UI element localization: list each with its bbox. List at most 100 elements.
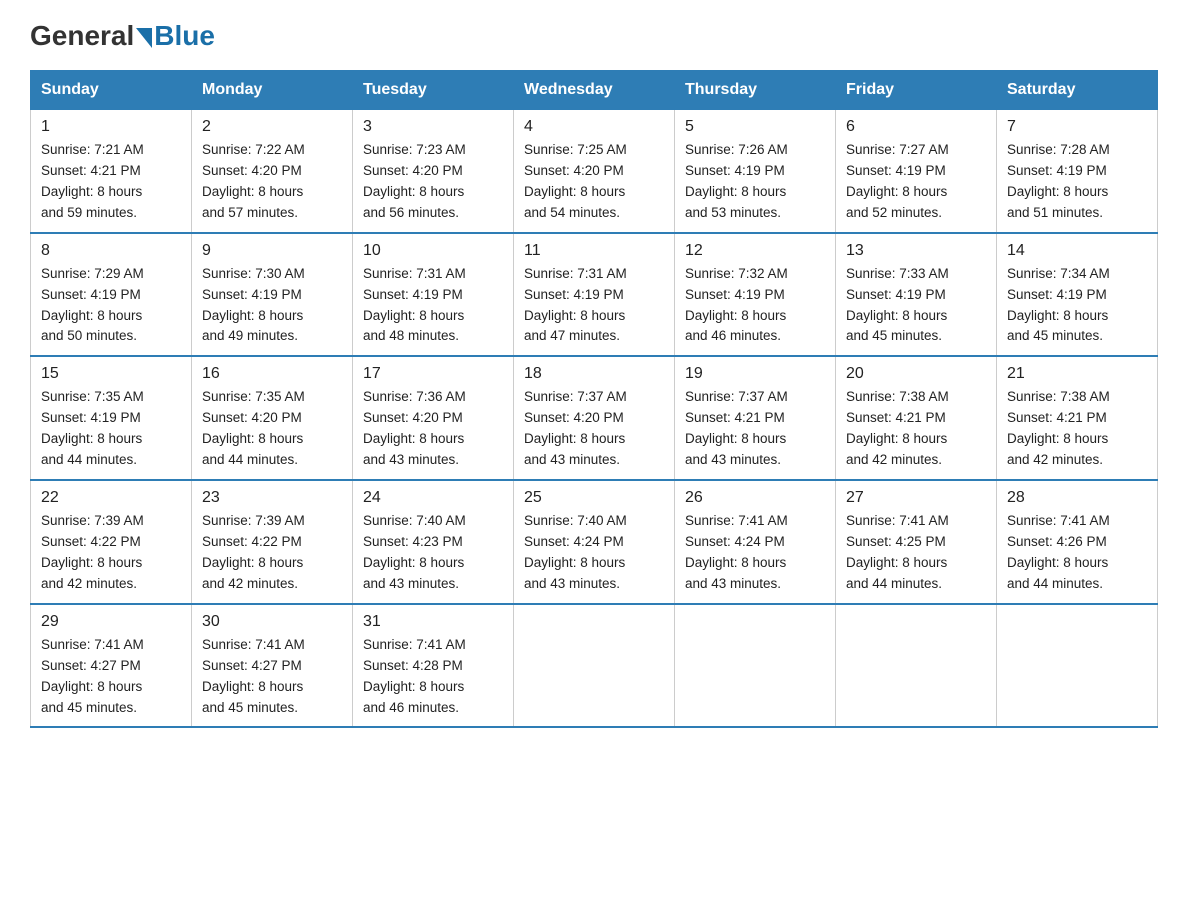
day-info: Sunrise: 7:31 AMSunset: 4:19 PMDaylight:… — [363, 264, 503, 348]
day-number: 3 — [363, 118, 503, 136]
day-number: 11 — [524, 242, 664, 260]
calendar-cell — [514, 604, 675, 728]
weekday-header-thursday: Thursday — [675, 71, 836, 110]
day-number: 1 — [41, 118, 181, 136]
day-info: Sunrise: 7:38 AMSunset: 4:21 PMDaylight:… — [846, 387, 986, 471]
day-number: 15 — [41, 365, 181, 383]
calendar-cell: 25Sunrise: 7:40 AMSunset: 4:24 PMDayligh… — [514, 480, 675, 604]
day-info: Sunrise: 7:37 AMSunset: 4:20 PMDaylight:… — [524, 387, 664, 471]
week-row-4: 22 Sunrise: 7:39 AMSunset: 4:22 PMDayligh… — [31, 480, 1158, 604]
calendar-cell: 16Sunrise: 7:35 AMSunset: 4:20 PMDayligh… — [192, 356, 353, 480]
calendar-cell: 13 Sunrise: 7:33 AMSunset: 4:19 PMDayligh… — [836, 233, 997, 357]
calendar-cell: 5 Sunrise: 7:26 AMSunset: 4:19 PMDaylight… — [675, 110, 836, 233]
day-number: 6 — [846, 118, 986, 136]
calendar-cell — [836, 604, 997, 728]
day-info: Sunrise: 7:21 AMSunset: 4:21 PMDaylight:… — [41, 140, 181, 224]
calendar-cell: 2Sunrise: 7:22 AMSunset: 4:20 PMDaylight… — [192, 110, 353, 233]
calendar-cell: 11 Sunrise: 7:31 AMSunset: 4:19 PMDayligh… — [514, 233, 675, 357]
week-row-2: 8 Sunrise: 7:29 AMSunset: 4:19 PMDaylight… — [31, 233, 1158, 357]
day-info: Sunrise: 7:29 AMSunset: 4:19 PMDaylight:… — [41, 264, 181, 348]
calendar-cell: 3Sunrise: 7:23 AMSunset: 4:20 PMDaylight… — [353, 110, 514, 233]
calendar-cell: 9Sunrise: 7:30 AMSunset: 4:19 PMDaylight… — [192, 233, 353, 357]
week-row-5: 29 Sunrise: 7:41 AMSunset: 4:27 PMDayligh… — [31, 604, 1158, 728]
day-number: 5 — [685, 118, 825, 136]
day-info: Sunrise: 7:36 AMSunset: 4:20 PMDaylight:… — [363, 387, 503, 471]
day-number: 23 — [202, 489, 342, 507]
day-number: 22 — [41, 489, 181, 507]
weekday-header-monday: Monday — [192, 71, 353, 110]
calendar-cell: 23 Sunrise: 7:39 AMSunset: 4:22 PMDayligh… — [192, 480, 353, 604]
header: General Blue — [30, 20, 1158, 52]
day-number: 13 — [846, 242, 986, 260]
calendar-cell: 30 Sunrise: 7:41 AMSunset: 4:27 PMDayligh… — [192, 604, 353, 728]
day-info: Sunrise: 7:32 AMSunset: 4:19 PMDaylight:… — [685, 264, 825, 348]
day-number: 16 — [202, 365, 342, 383]
calendar-cell: 7 Sunrise: 7:28 AMSunset: 4:19 PMDaylight… — [997, 110, 1158, 233]
day-number: 20 — [846, 365, 986, 383]
day-number: 17 — [363, 365, 503, 383]
calendar-cell: 18 Sunrise: 7:37 AMSunset: 4:20 PMDayligh… — [514, 356, 675, 480]
day-info: Sunrise: 7:28 AMSunset: 4:19 PMDaylight:… — [1007, 140, 1147, 224]
day-number: 8 — [41, 242, 181, 260]
day-info: Sunrise: 7:41 AMSunset: 4:25 PMDaylight:… — [846, 511, 986, 595]
weekday-header-friday: Friday — [836, 71, 997, 110]
day-info: Sunrise: 7:37 AMSunset: 4:21 PMDaylight:… — [685, 387, 825, 471]
calendar-cell: 29 Sunrise: 7:41 AMSunset: 4:27 PMDayligh… — [31, 604, 192, 728]
calendar-cell: 20 Sunrise: 7:38 AMSunset: 4:21 PMDayligh… — [836, 356, 997, 480]
logo-arrow-icon — [136, 28, 152, 48]
day-number: 2 — [202, 118, 342, 136]
day-number: 25 — [524, 489, 664, 507]
day-info: Sunrise: 7:33 AMSunset: 4:19 PMDaylight:… — [846, 264, 986, 348]
day-number: 31 — [363, 613, 503, 631]
logo: General Blue — [30, 20, 215, 52]
calendar-cell: 28 Sunrise: 7:41 AMSunset: 4:26 PMDayligh… — [997, 480, 1158, 604]
calendar-cell — [997, 604, 1158, 728]
day-number: 26 — [685, 489, 825, 507]
calendar-cell — [675, 604, 836, 728]
calendar-cell: 24 Sunrise: 7:40 AMSunset: 4:23 PMDayligh… — [353, 480, 514, 604]
weekday-header-tuesday: Tuesday — [353, 71, 514, 110]
calendar-cell: 19 Sunrise: 7:37 AMSunset: 4:21 PMDayligh… — [675, 356, 836, 480]
day-number: 10 — [363, 242, 503, 260]
day-number: 29 — [41, 613, 181, 631]
day-number: 24 — [363, 489, 503, 507]
day-number: 14 — [1007, 242, 1147, 260]
day-number: 19 — [685, 365, 825, 383]
logo-blue-text: Blue — [154, 20, 215, 52]
day-number: 21 — [1007, 365, 1147, 383]
day-info: Sunrise: 7:27 AMSunset: 4:19 PMDaylight:… — [846, 140, 986, 224]
day-info: Sunrise: 7:26 AMSunset: 4:19 PMDaylight:… — [685, 140, 825, 224]
calendar-cell: 22Sunrise: 7:39 AMSunset: 4:22 PMDayligh… — [31, 480, 192, 604]
calendar-cell: 6 Sunrise: 7:27 AMSunset: 4:19 PMDaylight… — [836, 110, 997, 233]
day-info: Sunrise: 7:34 AMSunset: 4:19 PMDaylight:… — [1007, 264, 1147, 348]
logo-general-text: General — [30, 20, 134, 52]
calendar-cell: 12 Sunrise: 7:32 AMSunset: 4:19 PMDayligh… — [675, 233, 836, 357]
weekday-header-saturday: Saturday — [997, 71, 1158, 110]
day-number: 4 — [524, 118, 664, 136]
calendar-cell: 1 Sunrise: 7:21 AMSunset: 4:21 PMDaylight… — [31, 110, 192, 233]
day-info: Sunrise: 7:40 AMSunset: 4:23 PMDaylight:… — [363, 511, 503, 595]
calendar-cell: 21 Sunrise: 7:38 AMSunset: 4:21 PMDayligh… — [997, 356, 1158, 480]
day-info: Sunrise: 7:41 AMSunset: 4:28 PMDaylight:… — [363, 635, 503, 719]
day-info: Sunrise: 7:41 AMSunset: 4:27 PMDaylight:… — [41, 635, 181, 719]
calendar-cell: 26Sunrise: 7:41 AMSunset: 4:24 PMDayligh… — [675, 480, 836, 604]
day-info: Sunrise: 7:31 AMSunset: 4:19 PMDaylight:… — [524, 264, 664, 348]
day-number: 18 — [524, 365, 664, 383]
day-info: Sunrise: 7:41 AMSunset: 4:27 PMDaylight:… — [202, 635, 342, 719]
day-number: 30 — [202, 613, 342, 631]
weekday-header-wednesday: Wednesday — [514, 71, 675, 110]
day-info: Sunrise: 7:39 AMSunset: 4:22 PMDaylight:… — [202, 511, 342, 595]
day-number: 9 — [202, 242, 342, 260]
calendar-cell: 31 Sunrise: 7:41 AMSunset: 4:28 PMDayligh… — [353, 604, 514, 728]
day-info: Sunrise: 7:35 AMSunset: 4:19 PMDaylight:… — [41, 387, 181, 471]
calendar-cell: 27Sunrise: 7:41 AMSunset: 4:25 PMDayligh… — [836, 480, 997, 604]
day-number: 12 — [685, 242, 825, 260]
day-info: Sunrise: 7:41 AMSunset: 4:26 PMDaylight:… — [1007, 511, 1147, 595]
calendar-cell: 10 Sunrise: 7:31 AMSunset: 4:19 PMDayligh… — [353, 233, 514, 357]
day-info: Sunrise: 7:38 AMSunset: 4:21 PMDaylight:… — [1007, 387, 1147, 471]
day-number: 28 — [1007, 489, 1147, 507]
calendar-cell: 17 Sunrise: 7:36 AMSunset: 4:20 PMDayligh… — [353, 356, 514, 480]
day-number: 7 — [1007, 118, 1147, 136]
calendar-cell: 8 Sunrise: 7:29 AMSunset: 4:19 PMDaylight… — [31, 233, 192, 357]
calendar-table: SundayMondayTuesdayWednesdayThursdayFrid… — [30, 70, 1158, 728]
